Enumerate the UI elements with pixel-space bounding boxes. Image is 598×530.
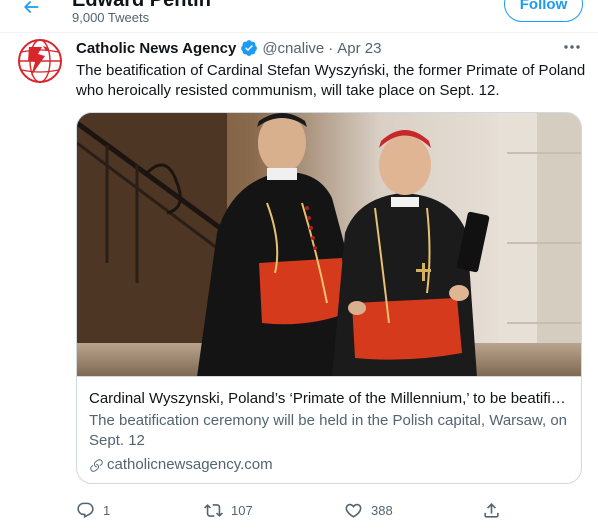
like-count: 388 <box>371 502 393 518</box>
profile-header: Edward Pentin 9,000 Tweets Follow <box>0 0 598 32</box>
back-button[interactable] <box>16 0 46 22</box>
tweet-actions: 1 107 388 <box>72 496 512 524</box>
share-icon <box>484 502 499 518</box>
card-image <box>77 113 581 377</box>
author-handle[interactable]: @cnalive <box>262 40 324 57</box>
share-button[interactable] <box>482 496 501 524</box>
card-domain-text: catholicnewsagency.com <box>107 456 273 473</box>
link-preview-card[interactable]: Cardinal Wyszynski, Poland’s ‘Primate of… <box>76 112 582 484</box>
card-title: Cardinal Wyszynski, Poland’s ‘Primate of… <box>89 390 571 407</box>
reply-icon <box>77 502 94 518</box>
card-domain: catholicnewsagency.com <box>89 455 571 475</box>
more-options-button[interactable] <box>561 39 583 55</box>
cna-logo-icon <box>17 38 63 84</box>
tweet-count: 9,000 Tweets <box>72 10 150 25</box>
card-description: The beatification ceremony will be held … <box>89 412 568 449</box>
follow-button[interactable]: Follow <box>504 0 583 22</box>
author-name[interactable]: Catholic News Agency <box>76 40 236 57</box>
heart-icon <box>345 503 362 518</box>
tweet-timestamp[interactable]: Apr 23 <box>337 40 381 57</box>
tweet-text: The beatification of Cardinal Stefan Wys… <box>76 62 586 99</box>
retweet-button[interactable]: 107 <box>204 496 253 524</box>
verified-badge-icon <box>240 39 258 57</box>
like-button[interactable]: 388 <box>344 496 393 524</box>
author-avatar[interactable] <box>17 38 63 84</box>
tweet-meta: Catholic News Agency @cnalive · Apr 23 <box>76 38 381 58</box>
meta-separator: · <box>328 39 334 57</box>
reply-button[interactable]: 1 <box>76 496 110 524</box>
card-body: Cardinal Wyszynski, Poland’s ‘Primate of… <box>89 389 571 475</box>
retweet-icon <box>204 503 223 517</box>
retweet-count: 107 <box>231 502 253 518</box>
link-icon <box>90 458 103 472</box>
header-divider <box>0 32 598 33</box>
reply-count: 1 <box>103 502 111 518</box>
tweet-page: Edward Pentin 9,000 Tweets Follow Cathol… <box>0 0 598 530</box>
card-photo <box>77 113 581 376</box>
more-icon <box>564 45 580 49</box>
arrow-left-icon <box>24 1 39 13</box>
